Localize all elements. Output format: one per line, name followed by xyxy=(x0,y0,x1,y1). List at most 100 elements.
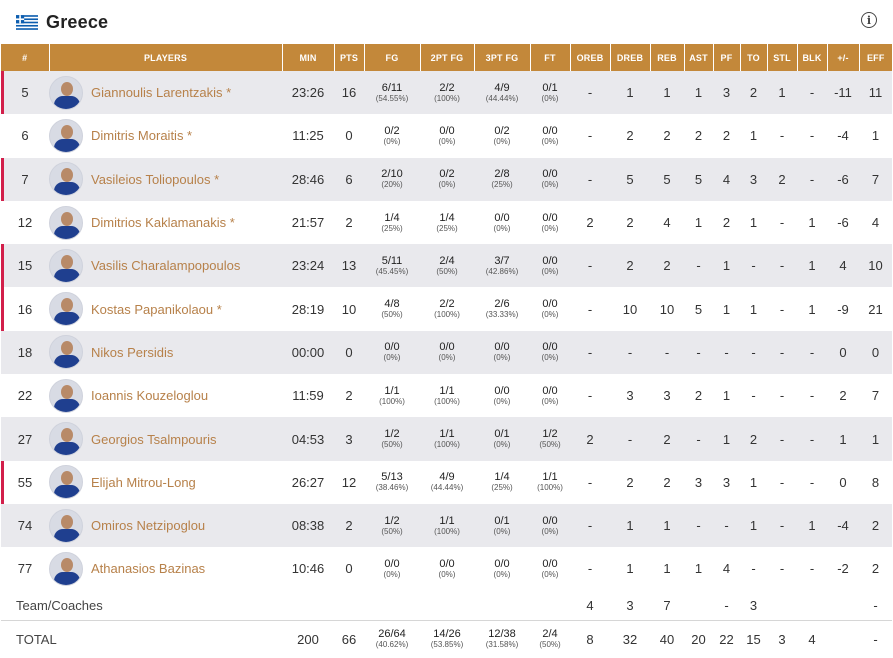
player-row: 22 Ioannis Kouzeloglou 11:59 2 1/1 (100%) 1/1(… xyxy=(1,374,892,418)
rebounds: 2 xyxy=(663,474,671,490)
info-icon[interactable]: i xyxy=(861,12,877,28)
free-throws: 0/0 (0%) xyxy=(530,331,570,374)
points: 12 xyxy=(341,474,357,490)
offensive-rebounds: - xyxy=(587,85,593,101)
free-throws-percentage: (0%) xyxy=(541,353,559,363)
field-goals: 1/2 (50%) xyxy=(364,504,420,547)
steals: - xyxy=(779,258,785,274)
steals: - xyxy=(779,561,785,577)
team-name: Greece xyxy=(46,11,109,32)
player-cell: Georgios Tsalmpouris xyxy=(49,417,282,460)
player-name-link[interactable]: Vasilis Charalampopoulos xyxy=(91,258,240,273)
minutes: 200 xyxy=(297,631,319,647)
points: 0 xyxy=(345,128,353,144)
player-name-link[interactable]: Vasileios Toliopoulos * xyxy=(91,172,219,187)
two-point-field-goals: 0/2 (0%) xyxy=(420,158,474,201)
field-goals: 1/4 (25%) xyxy=(364,201,420,244)
player-name-link[interactable]: Kostas Papanikolaou * xyxy=(91,302,222,317)
two-point-field-goals-percentage: (0%) xyxy=(438,353,456,363)
field-goals-percentage: (40.62%) xyxy=(375,640,409,650)
player-name-link[interactable]: Ioannis Kouzeloglou xyxy=(91,388,208,403)
three-point-field-goals-percentage: (0%) xyxy=(493,526,511,536)
player-name-link[interactable]: Athanasios Bazinas xyxy=(91,561,205,576)
three-point-field-goals: 0/0 (0%) xyxy=(474,547,530,590)
jersey-number: 55 xyxy=(1,460,49,505)
column-header-2pt-fg[interactable]: 2PT FG xyxy=(420,44,475,71)
player-cell: Nikos Persidis xyxy=(49,331,282,374)
jersey-number: 12 xyxy=(17,215,33,231)
column-header-ft[interactable]: FT xyxy=(530,44,571,71)
personal-fouls: 1 xyxy=(722,258,731,274)
player-name-link[interactable]: Dimitrios Kaklamanakis * xyxy=(91,215,235,230)
field-goals-percentage: (100%) xyxy=(379,396,405,406)
two-point-field-goals-percentage: (100%) xyxy=(434,310,460,320)
defensive-rebounds: 3 xyxy=(626,388,634,404)
three-point-field-goals-percentage: (44.44%) xyxy=(485,93,519,103)
player-name-link[interactable]: Omiros Netzipoglou xyxy=(91,518,205,533)
column-header-blk[interactable]: BLK xyxy=(797,44,828,71)
player-avatar xyxy=(49,508,83,543)
blocks: 4 xyxy=(808,631,816,647)
player-row: 12 Dimitrios Kaklamanakis * 21:57 2 1/4 (25%)… xyxy=(1,200,892,245)
two-point-field-goals-percentage: (0%) xyxy=(438,569,456,579)
column-header-[interactable]: # xyxy=(1,44,50,71)
rebounds: 2 xyxy=(663,258,671,274)
column-header-[interactable]: +/- xyxy=(827,44,860,71)
assists: - xyxy=(696,258,701,274)
rebounds: 7 xyxy=(663,597,671,613)
three-point-field-goals-percentage: (0%) xyxy=(493,353,511,363)
points: 3 xyxy=(345,431,353,447)
player-name-link[interactable]: Elijah Mitrou-Long xyxy=(91,475,196,490)
turnovers: - xyxy=(751,388,756,404)
column-header-ast[interactable]: AST xyxy=(684,44,714,71)
column-header-reb[interactable]: REB xyxy=(650,44,685,71)
column-header-min[interactable]: MIN xyxy=(282,44,335,71)
turnovers: 1 xyxy=(749,474,758,490)
player-name-link[interactable]: Dimitris Moraitis * xyxy=(91,128,192,143)
two-point-field-goals-made-attempted: 2/2 xyxy=(439,81,455,94)
column-header-players[interactable]: PLAYERS xyxy=(49,44,283,71)
assists xyxy=(684,591,713,621)
player-row: 27 Georgios Tsalmpouris 04:53 3 1/2 (50%) 1/1(… xyxy=(1,417,892,461)
free-throws-made-attempted: 1/1 xyxy=(542,471,558,484)
efficiency: 10 xyxy=(868,258,883,274)
three-point-field-goals: 12/38 (31.58%) xyxy=(474,621,530,658)
two-point-field-goals-made-attempted: 1/4 xyxy=(439,211,455,224)
player-name-link[interactable]: Giannoulis Larentzakis * xyxy=(91,85,231,100)
free-throws-percentage: (0%) xyxy=(541,266,559,276)
three-point-field-goals: 1/4 (25%) xyxy=(474,461,530,504)
free-throws-made-attempted: 0/0 xyxy=(542,168,558,181)
defensive-rebounds: 2 xyxy=(626,128,634,144)
column-header-oreb[interactable]: OREB xyxy=(570,44,611,71)
efficiency: 2 xyxy=(871,518,880,534)
free-throws: 0/1 (0%) xyxy=(530,71,570,114)
field-goals: 1/2 (50%) xyxy=(364,417,420,460)
field-goals: 4/8 (50%) xyxy=(364,287,420,330)
player-name-link[interactable]: Georgios Tsalmpouris xyxy=(91,432,216,447)
free-throws-made-attempted: 2/4 xyxy=(542,628,558,641)
jersey-number: 22 xyxy=(17,388,33,404)
jersey-number: 16 xyxy=(1,287,49,332)
column-header-stl[interactable]: STL xyxy=(767,44,798,71)
steals xyxy=(767,591,797,621)
column-header-pf[interactable]: PF xyxy=(713,44,741,71)
three-point-field-goals-percentage: (0%) xyxy=(493,223,511,233)
column-header-pts[interactable]: PTS xyxy=(334,44,365,71)
minutes xyxy=(282,591,334,621)
efficiency: 1 xyxy=(871,128,880,144)
free-throws-percentage: (0%) xyxy=(541,310,559,320)
three-point-field-goals-made-attempted: 2/8 xyxy=(494,168,510,181)
column-header-eff[interactable]: EFF xyxy=(859,44,892,71)
rebounds: 2 xyxy=(663,431,671,447)
column-header-3pt-fg[interactable]: 3PT FG xyxy=(474,44,531,71)
two-point-field-goals: 2/2 (100%) xyxy=(420,71,474,114)
two-point-field-goals-percentage: (100%) xyxy=(434,396,460,406)
column-header-dreb[interactable]: DREB xyxy=(610,44,651,71)
offensive-rebounds: - xyxy=(587,474,593,490)
column-header-to[interactable]: TO xyxy=(740,44,768,71)
player-name-link[interactable]: Nikos Persidis xyxy=(91,345,173,360)
column-header-fg[interactable]: FG xyxy=(364,44,421,71)
jersey-number: 5 xyxy=(1,71,49,115)
defensive-rebounds: 3 xyxy=(626,597,634,613)
offensive-rebounds: 2 xyxy=(586,431,594,447)
